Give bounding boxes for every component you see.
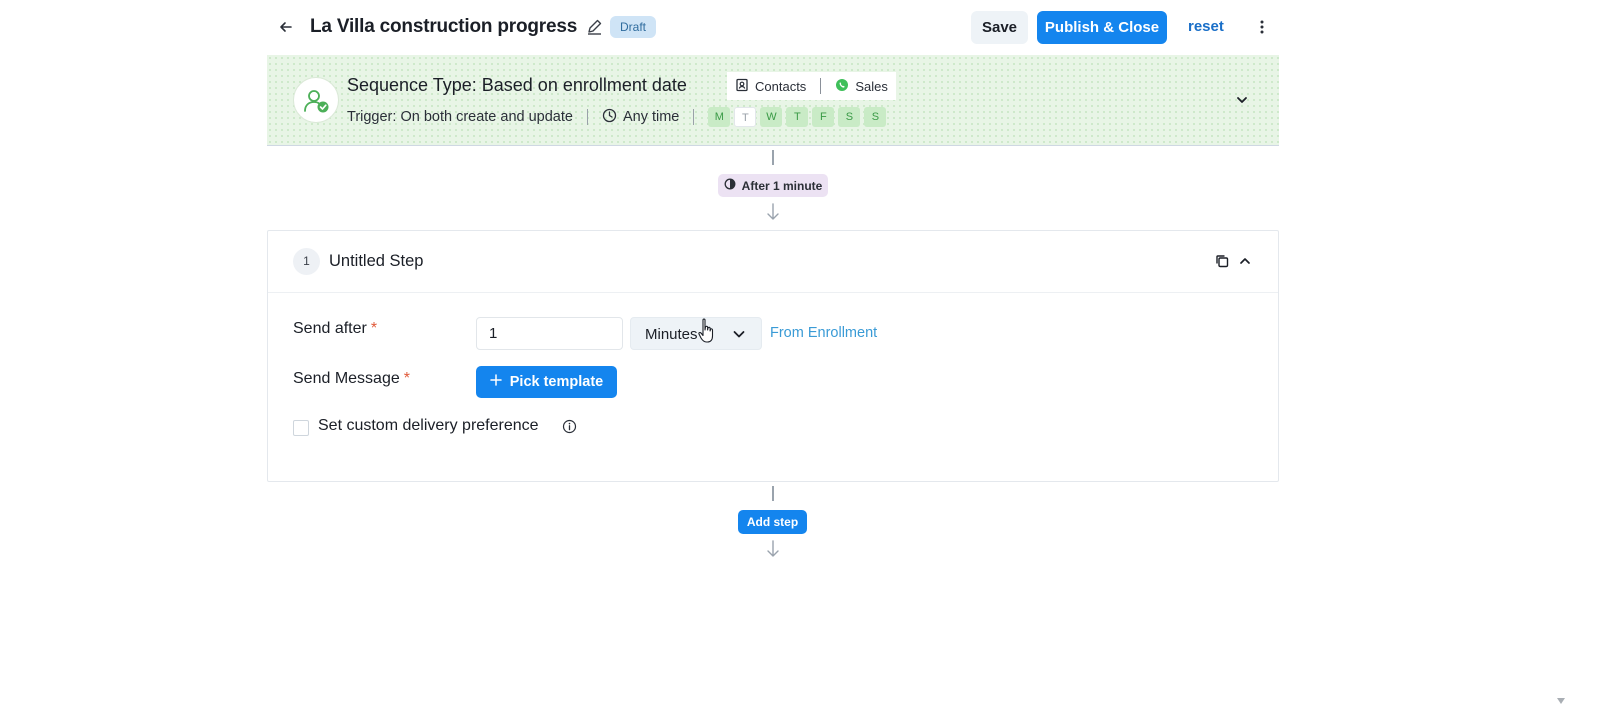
whatsapp-icon (835, 78, 849, 95)
day-sunday: S (864, 107, 887, 127)
back-arrow-icon[interactable] (276, 16, 296, 38)
sequence-card: Sequence Type: Based on enrollment date … (267, 55, 1279, 146)
time-unit-select[interactable]: Minutes (630, 317, 762, 350)
sales-chip-label: Sales (855, 78, 888, 94)
day-tuesday: T (734, 107, 757, 127)
clock-icon (602, 108, 617, 127)
custom-delivery-checkbox[interactable] (293, 420, 309, 436)
time-unit-value: Minutes (645, 326, 698, 343)
step-header: 1 Untitled Step (268, 231, 1278, 293)
from-enrollment-text: From Enrollment (770, 325, 878, 341)
custom-delivery-label: Set custom delivery preference (318, 417, 539, 434)
sequence-chips: Contacts Sales (727, 72, 896, 100)
time-window: Any time (602, 108, 679, 127)
step-title: Untitled Step (329, 252, 424, 270)
trigger-line: Trigger: On both create and update Any t… (347, 107, 887, 127)
day-monday: M (708, 107, 731, 127)
user-check-icon (293, 77, 339, 123)
chevron-up-icon[interactable] (1237, 253, 1253, 269)
required-mark: * (403, 370, 410, 387)
more-options-icon[interactable] (1252, 16, 1272, 38)
chevron-down-icon (731, 326, 747, 342)
publish-close-button[interactable]: Publish & Close (1037, 11, 1167, 44)
contact-card-icon (735, 78, 749, 95)
copy-icon[interactable] (1214, 253, 1230, 269)
day-wednesday: W (760, 107, 783, 127)
delay-label: After 1 minute (741, 178, 823, 193)
page-title: La Villa construction progress (310, 16, 578, 37)
divider (820, 78, 822, 94)
required-mark: * (370, 320, 378, 337)
status-badge: Draft (610, 16, 657, 38)
page-header: La Villa construction progress Draft Sav… (268, 0, 1280, 54)
pencil-icon[interactable] (586, 18, 604, 36)
scroll-down-icon[interactable] (1556, 692, 1566, 704)
time-window-label: Any time (622, 109, 680, 125)
sequence-type-title: Sequence Type: Based on enrollment date (347, 75, 687, 95)
send-after-label: Send after (293, 320, 367, 337)
arrow-down-icon (766, 540, 780, 558)
trigger-text: Trigger: On both create and update (347, 109, 573, 125)
contacts-chip: Contacts (735, 78, 806, 95)
contacts-chip-label: Contacts (755, 78, 807, 94)
plus-icon (490, 374, 502, 390)
divider (693, 109, 695, 125)
arrow-down-icon (766, 203, 780, 221)
timer-icon (724, 178, 736, 193)
weekday-selector: M T W T F S S (708, 107, 887, 127)
step-card: 1 Untitled Step Send after* Minutes From… (267, 230, 1279, 482)
divider (586, 109, 588, 125)
day-thursday: T (786, 107, 809, 127)
reset-link[interactable]: reset (1188, 18, 1224, 35)
send-message-label: Send Message (293, 370, 400, 387)
connector-line (772, 150, 774, 165)
send-after-input[interactable] (476, 317, 623, 350)
send-message-field-label: Send Message * (293, 370, 410, 388)
delay-pill: After 1 minute (718, 174, 828, 197)
save-button[interactable]: Save (971, 11, 1028, 44)
info-icon[interactable] (562, 419, 577, 434)
chevron-down-icon[interactable] (1233, 91, 1251, 109)
hand-cursor-icon (697, 317, 717, 347)
pick-template-button[interactable]: Pick template (476, 366, 617, 398)
sales-chip: Sales (835, 78, 888, 95)
day-friday: F (812, 107, 835, 127)
send-after-field-label: Send after * (293, 320, 377, 338)
day-saturday: S (838, 107, 861, 127)
step-number: 1 (293, 248, 320, 275)
connector-line (772, 486, 774, 501)
add-step-button[interactable]: Add step (738, 510, 807, 534)
pick-template-label: Pick template (509, 374, 604, 390)
